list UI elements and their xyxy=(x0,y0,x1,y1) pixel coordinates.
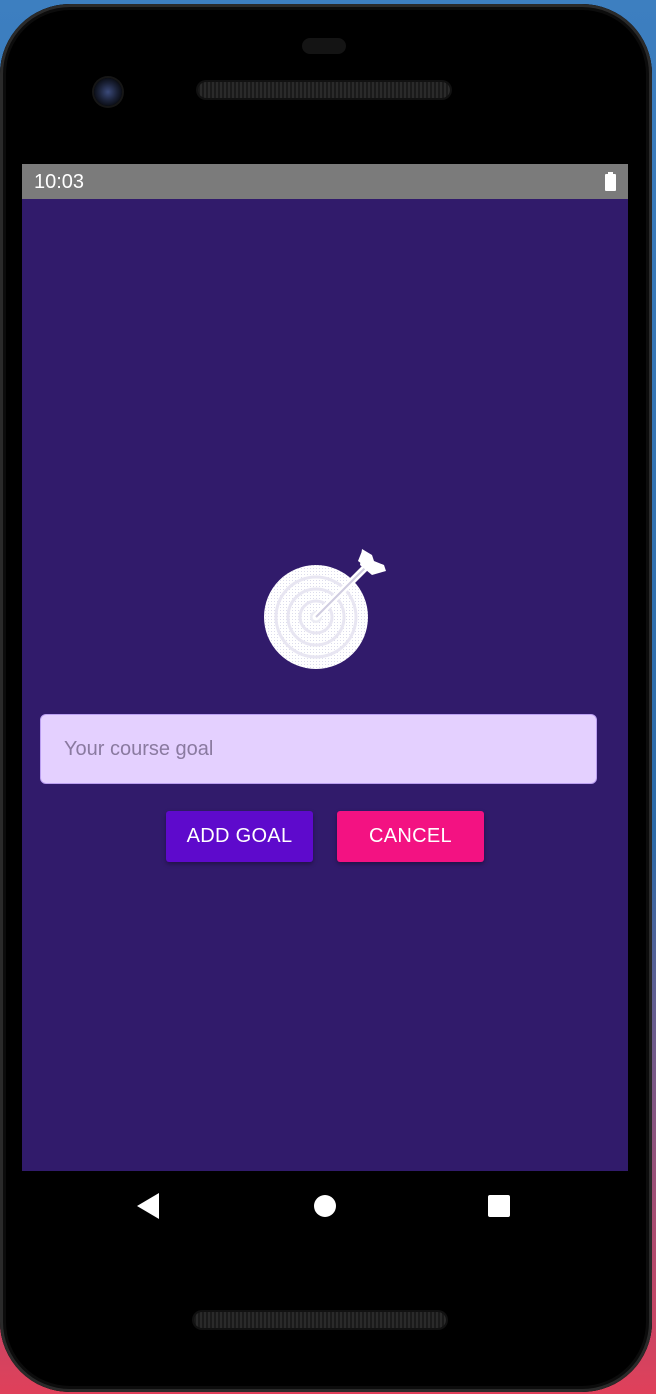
device-screen: 10:03 Your course goal ADD GOAL CANCEL xyxy=(22,164,628,1171)
status-bar: 10:03 xyxy=(22,164,628,199)
phone-sensor xyxy=(302,38,346,54)
status-time: 10:03 xyxy=(34,171,85,193)
goal-input[interactable] xyxy=(40,714,597,784)
add-goal-button[interactable]: ADD GOAL xyxy=(166,811,313,862)
phone-frame: 10:03 Your course goal ADD GOAL CANCEL xyxy=(0,4,652,1392)
navigation-bar xyxy=(22,1171,628,1243)
front-camera-icon xyxy=(94,78,122,106)
home-circle-icon[interactable] xyxy=(314,1195,336,1217)
earpiece-speaker xyxy=(198,82,450,98)
battery-full-icon xyxy=(605,172,616,191)
back-triangle-icon[interactable] xyxy=(137,1193,161,1219)
cancel-button[interactable]: CANCEL xyxy=(337,811,484,862)
goal-input-screen: ADD GOAL CANCEL xyxy=(22,199,628,1171)
goal-target-icon xyxy=(264,549,386,669)
recents-square-icon[interactable] xyxy=(488,1195,510,1217)
bottom-speaker xyxy=(194,1312,446,1328)
